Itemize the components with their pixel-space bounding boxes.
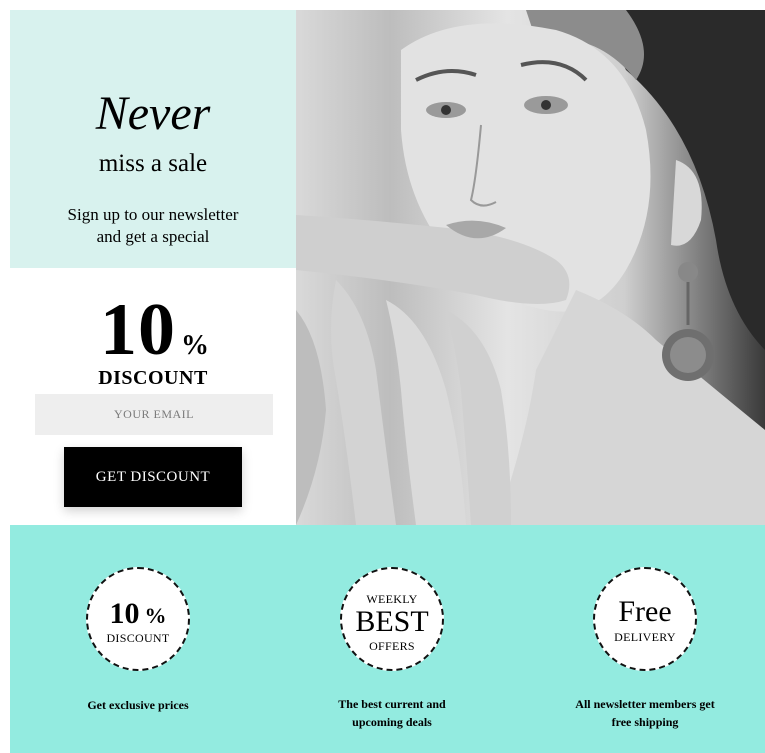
get-discount-button[interactable]: GET DISCOUNT (64, 447, 242, 507)
feature-best-offers: WEEKLY BEST OFFERS The best current and … (292, 525, 492, 753)
signup-panel: Never miss a sale Sign up to our newslet… (10, 10, 296, 525)
model-photo (296, 10, 765, 525)
caption-line: Get exclusive prices (87, 698, 189, 712)
model-photo-illustration (296, 10, 765, 525)
feature-discount: 10 % DISCOUNT Get exclusive prices (38, 525, 238, 753)
free-delivery-badge: Free DELIVERY (593, 567, 697, 671)
benefits-strip: 10 % DISCOUNT Get exclusive prices WEEKL… (10, 525, 765, 753)
signup-line-2: and get a special (96, 227, 210, 246)
badge-offers-label: OFFERS (369, 639, 415, 653)
signup-text: Sign up to our newsletter and get a spec… (10, 204, 296, 248)
newsletter-page: Never miss a sale Sign up to our newslet… (0, 0, 765, 753)
feature-free-delivery: Free DELIVERY All newsletter members get… (545, 525, 745, 753)
signup-line-1: Sign up to our newsletter (67, 205, 239, 224)
headline-block: Never miss a sale Sign up to our newslet… (10, 10, 296, 268)
offer-percent: % (181, 330, 209, 361)
badge-best-label: BEST (355, 605, 429, 638)
badge-delivery-label: DELIVERY (614, 630, 676, 644)
headline-subtitle: miss a sale (98, 150, 208, 177)
offer-word: DISCOUNT (98, 367, 208, 389)
hero-section: Never miss a sale Sign up to our newslet… (10, 10, 765, 525)
caption-line: upcoming deals (352, 715, 432, 729)
caption-line: free shipping (611, 715, 679, 729)
email-input[interactable] (35, 394, 273, 435)
offer-number: 10 (100, 289, 176, 371)
discount-badge: 10 % DISCOUNT (86, 567, 190, 671)
badge-discount-number: 10 % (109, 597, 167, 630)
feature-caption-free-delivery: All newsletter members get free shipping (545, 695, 745, 731)
feature-caption-discount: Get exclusive prices (38, 696, 238, 714)
best-offers-badge: WEEKLY BEST OFFERS (340, 567, 444, 671)
badge-free-label: Free (618, 595, 672, 628)
caption-line: All newsletter members get (575, 697, 715, 711)
caption-line: The best current and (338, 697, 446, 711)
feature-caption-best-offers: The best current and upcoming deals (292, 695, 492, 731)
headline-never: Never (95, 87, 211, 140)
badge-discount-label: DISCOUNT (106, 631, 170, 645)
badge-weekly-label: WEEKLY (366, 592, 418, 606)
